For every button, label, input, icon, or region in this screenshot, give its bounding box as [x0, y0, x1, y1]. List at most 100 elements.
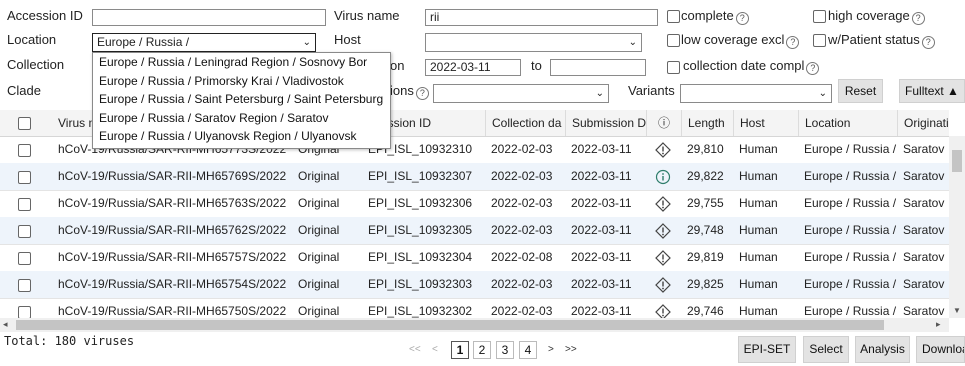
host-select[interactable]: ⌄	[425, 33, 642, 52]
virus-name-label: Virus name	[334, 8, 400, 23]
location-select-value: Europe / Russia /	[97, 35, 190, 49]
low-coverage-excl-checkbox[interactable]	[667, 34, 680, 47]
cell-location: Europe / Russia /	[804, 196, 897, 210]
warning-diamond-icon[interactable]	[655, 250, 671, 266]
cell-accession-id[interactable]: EPI_ISL_10932306	[362, 190, 485, 217]
table-row[interactable]: hCoV-19/Russia/SAR-RII-MH65762S/2022 Orig…	[0, 217, 949, 245]
table-row[interactable]: hCoV-19/Russia/SAR-RII-MH65754S/2022 Orig…	[0, 271, 949, 299]
analysis-button[interactable]: Analysis	[855, 336, 910, 363]
pager-prev[interactable]: <	[432, 344, 438, 355]
cell-originating-lab: Saratov	[903, 196, 945, 210]
pager-page-1[interactable]: 1	[451, 341, 469, 359]
download-button[interactable]: Download	[916, 336, 965, 363]
cell-accession-id[interactable]: EPI_ISL_10932303	[362, 271, 485, 298]
location-option[interactable]: Europe / Russia / Saratov Region / Sarat…	[93, 109, 390, 128]
help-icon[interactable]: ?	[415, 87, 429, 100]
pager-page-4[interactable]: 4	[519, 341, 537, 359]
location-option[interactable]: Europe / Russia / Ulyanovsk Region / Uly…	[93, 127, 390, 146]
cell-host: Human	[739, 196, 778, 210]
warning-diamond-icon[interactable]	[655, 277, 671, 293]
cell-collection-date: 2022-02-03	[491, 142, 553, 156]
location-select[interactable]: Europe / Russia / ⌄	[92, 33, 316, 52]
virus-name-input[interactable]: rii	[425, 9, 658, 26]
vertical-scroll-thumb[interactable]	[952, 150, 962, 172]
col-collection-date[interactable]: Collection da	[485, 110, 565, 136]
cell-accession-id[interactable]: EPI_ISL_10932307	[362, 163, 485, 190]
horizontal-scroll-thumb[interactable]	[16, 320, 884, 330]
cell-virus-name[interactable]: hCoV-19/Russia/SAR-RII-MH65762S/2022	[52, 217, 292, 244]
row-checkbox[interactable]	[18, 198, 31, 211]
cell-virus-name[interactable]: hCoV-19/Russia/SAR-RII-MH65757S/2022	[52, 244, 292, 271]
vertical-scrollbar[interactable]: ▼	[949, 136, 965, 318]
row-checkbox[interactable]	[18, 279, 31, 292]
cell-host: Human	[739, 169, 778, 183]
cell-length: 29,822	[687, 169, 724, 183]
epi-set-button[interactable]: EPI-SET	[738, 336, 796, 363]
scroll-right-arrow-icon[interactable]: ▸	[936, 319, 941, 330]
location-option[interactable]: Europe / Russia / Leningrad Region / Sos…	[93, 53, 390, 72]
help-icon[interactable]: ?	[911, 12, 925, 25]
scroll-down-arrow-icon[interactable]: ▼	[953, 306, 961, 315]
complete-checkbox[interactable]	[667, 10, 680, 23]
pager-next[interactable]: >	[548, 344, 554, 355]
select-button[interactable]: Select	[803, 336, 849, 363]
variants-select[interactable]: ⌄	[680, 84, 832, 103]
horizontal-scrollbar[interactable]: ◂ ▸	[0, 318, 949, 332]
help-icon[interactable]: ?	[806, 62, 820, 75]
warning-diamond-icon[interactable]	[655, 142, 671, 158]
col-submission-date[interactable]: Submission D	[565, 110, 646, 136]
cell-virus-name[interactable]: hCoV-19/Russia/SAR-RII-MH65763S/2022	[52, 190, 292, 217]
cell-accession-id[interactable]: EPI_ISL_10932304	[362, 244, 485, 271]
select-all-checkbox[interactable]	[18, 117, 31, 130]
pager-first[interactable]: <<	[409, 344, 421, 355]
location-option[interactable]: Europe / Russia / Primorsky Krai / Vladi…	[93, 72, 390, 91]
col-host[interactable]: Host	[733, 110, 798, 136]
table-row[interactable]: hCoV-19/Russia/SAR-RII-MH65769S/2022 Orig…	[0, 163, 949, 191]
collection-to-input[interactable]	[550, 59, 646, 76]
col-location[interactable]: Location	[798, 110, 897, 136]
col-info-icon[interactable]: ⓘ	[646, 110, 681, 136]
info-circle-icon[interactable]	[655, 169, 671, 185]
collection-from-input[interactable]: 2022-03-11	[425, 59, 521, 76]
row-checkbox[interactable]	[18, 144, 31, 157]
clade-label: Clade	[7, 83, 41, 98]
collection-date-complete-checkbox[interactable]	[667, 61, 680, 74]
fulltext-button[interactable]: Fulltext ▲	[899, 79, 965, 103]
cell-originating-lab: Saratov	[903, 169, 945, 183]
help-icon[interactable]: ?	[786, 36, 800, 49]
table-row[interactable]: hCoV-19/Russia/SAR-RII-MH65757S/2022 Orig…	[0, 244, 949, 272]
location-option[interactable]: Europe / Russia / Saint Petersburg / Sai…	[93, 90, 390, 109]
row-checkbox[interactable]	[18, 252, 31, 265]
complete-label: complete?	[681, 8, 749, 25]
patient-status-checkbox[interactable]	[813, 34, 826, 47]
cell-passage: Original	[298, 250, 340, 264]
pager-page-3[interactable]: 3	[496, 341, 514, 359]
cell-collection-date: 2022-02-08	[491, 250, 553, 264]
cell-originating-lab: Saratov	[903, 277, 945, 291]
help-icon[interactable]: ?	[921, 36, 935, 49]
warning-diamond-icon[interactable]	[655, 223, 671, 239]
pager-page-2[interactable]: 2	[473, 341, 491, 359]
help-icon[interactable]: ?	[735, 12, 749, 25]
cell-originating-lab: Saratov	[903, 223, 945, 237]
high-coverage-checkbox[interactable]	[813, 10, 826, 23]
col-length[interactable]: Length	[681, 110, 733, 136]
cell-virus-name[interactable]: hCoV-19/Russia/SAR-RII-MH65754S/2022	[52, 271, 292, 298]
scroll-left-arrow-icon[interactable]: ◂	[3, 319, 8, 330]
cell-submission-date: 2022-03-11	[571, 250, 632, 264]
table-row[interactable]: hCoV-19/Russia/SAR-RII-MH65763S/2022 Orig…	[0, 190, 949, 218]
warning-diamond-icon[interactable]	[655, 196, 671, 212]
reset-button[interactable]: Reset	[838, 79, 883, 103]
accession-id-input[interactable]	[92, 9, 326, 26]
cell-passage: Original	[298, 169, 340, 183]
cell-accession-id[interactable]: EPI_ISL_10932305	[362, 217, 485, 244]
cell-originating-lab: Saratov	[903, 250, 945, 264]
row-checkbox[interactable]	[18, 225, 31, 238]
col-originating-lab[interactable]: Originating	[897, 110, 949, 136]
row-checkbox[interactable]	[18, 171, 31, 184]
cell-passage: Original	[298, 196, 340, 210]
pager-last[interactable]: >>	[565, 344, 577, 355]
cell-virus-name[interactable]: hCoV-19/Russia/SAR-RII-MH65769S/2022	[52, 163, 292, 190]
mutations-select[interactable]: ⌄	[433, 84, 609, 103]
cell-submission-date: 2022-03-11	[571, 142, 632, 156]
